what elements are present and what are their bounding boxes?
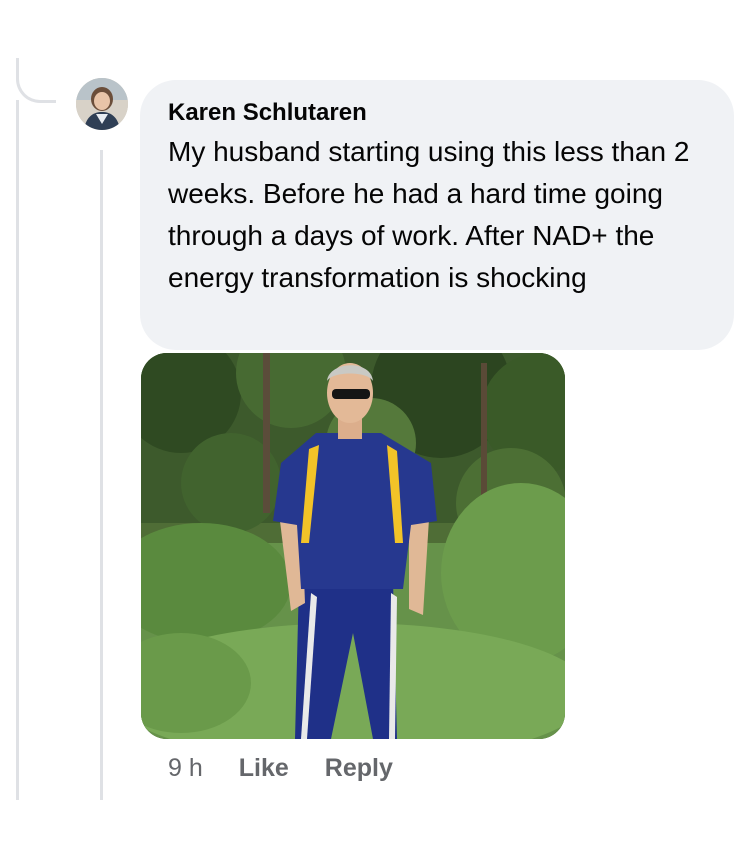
like-button[interactable]: Like (239, 754, 289, 783)
photo-image (141, 353, 565, 739)
thread-connector-curve (16, 58, 56, 103)
comment-bubble: Karen Schlutaren My husband starting usi… (140, 80, 734, 350)
thread-line-parent (16, 100, 19, 800)
avatar-icon (76, 78, 128, 130)
avatar[interactable] (76, 78, 128, 130)
reply-button[interactable]: Reply (325, 754, 393, 783)
timestamp[interactable]: 9 h (168, 754, 203, 783)
comment-text: My husband starting using this less than… (168, 136, 690, 293)
attached-photo[interactable] (141, 353, 565, 739)
comment-actions: 9 h Like Reply (168, 752, 429, 784)
author-name[interactable]: Karen Schlutaren (168, 97, 708, 129)
thread-line-reply (100, 150, 103, 800)
